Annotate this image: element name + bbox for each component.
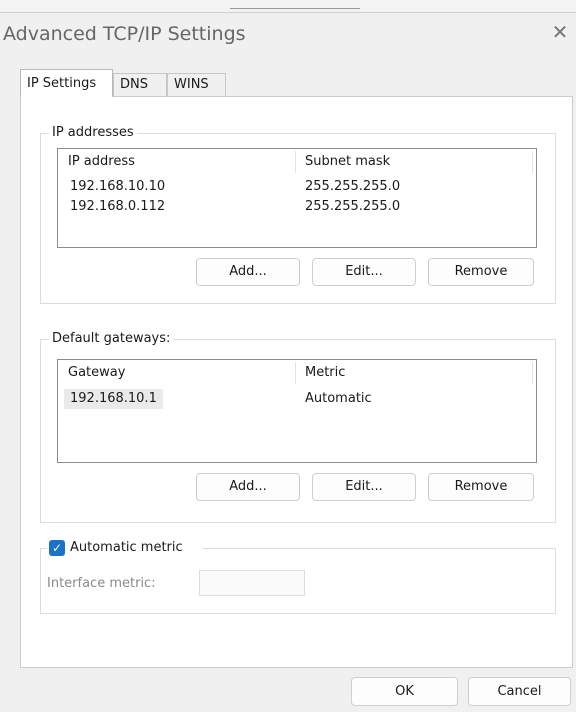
ip-edit-button[interactable]: Edit... [312, 258, 416, 286]
tab-ip-settings[interactable]: IP Settings [20, 69, 113, 97]
automatic-metric-group: ✓ Automatic metric Interface metric: [40, 539, 556, 614]
cancel-button[interactable]: Cancel [468, 677, 571, 706]
ok-button[interactable]: OK [351, 677, 458, 706]
table-row[interactable]: 192.168.10.1 Automatic [58, 389, 536, 409]
ip-address-cell: 192.168.0.112 [70, 199, 166, 214]
dialog-window: Advanced TCP/IP Settings ✕ IP Settings D… [0, 12, 576, 712]
gateway-column-header[interactable]: Gateway [68, 360, 125, 386]
tab-wins[interactable]: WINS [167, 73, 226, 96]
subnet-mask-column-header[interactable]: Subnet mask [305, 149, 390, 175]
gateway-cell: 192.168.10.1 [64, 389, 163, 409]
automatic-metric-option[interactable]: ✓ Automatic metric [47, 539, 203, 559]
ip-address-column-header[interactable]: IP address [68, 149, 135, 175]
gateways-listbox[interactable]: Gateway Metric 192.168.10.1 Automatic [57, 359, 537, 463]
close-icon[interactable]: ✕ [550, 21, 570, 43]
ip-addresses-listbox[interactable]: IP address Subnet mask 192.168.10.10 255… [57, 148, 537, 248]
interface-metric-input[interactable] [199, 570, 305, 596]
column-separator[interactable] [295, 151, 296, 173]
interface-metric-label: Interface metric: [47, 576, 156, 591]
ip-addresses-group-label: IP addresses [49, 125, 137, 140]
metric-column-header[interactable]: Metric [305, 360, 345, 386]
column-separator[interactable] [532, 151, 533, 173]
metric-cell: Automatic [305, 391, 372, 406]
ip-addresses-header: IP address Subnet mask [58, 149, 536, 175]
background-window-strip [230, 0, 360, 9]
default-gateways-group-label: Default gateways: [49, 331, 174, 346]
ip-addresses-group: IP addresses IP address Subnet mask 192.… [40, 125, 556, 304]
automatic-metric-label: Automatic metric [70, 540, 183, 555]
column-separator[interactable] [532, 362, 533, 384]
table-row[interactable]: 192.168.0.112 255.255.255.0 [58, 197, 536, 217]
gateway-edit-button[interactable]: Edit... [312, 473, 416, 501]
subnet-mask-cell: 255.255.255.0 [305, 199, 401, 214]
ip-add-button[interactable]: Add... [196, 258, 300, 286]
dialog-title: Advanced TCP/IP Settings [3, 23, 246, 45]
subnet-mask-cell: 255.255.255.0 [305, 179, 401, 194]
default-gateways-group: Default gateways: Gateway Metric 192.168… [40, 331, 556, 523]
tab-dns[interactable]: DNS [113, 73, 167, 96]
gateway-add-button[interactable]: Add... [196, 473, 300, 501]
ip-settings-panel: IP addresses IP address Subnet mask 192.… [20, 96, 573, 668]
column-separator[interactable] [295, 362, 296, 384]
gateway-remove-button[interactable]: Remove [428, 473, 534, 501]
ip-remove-button[interactable]: Remove [428, 258, 534, 286]
automatic-metric-checkbox[interactable]: ✓ [49, 540, 65, 556]
ip-address-cell: 192.168.10.10 [70, 179, 166, 194]
gateways-header: Gateway Metric [58, 360, 536, 386]
table-row[interactable]: 192.168.10.10 255.255.255.0 [58, 177, 536, 197]
